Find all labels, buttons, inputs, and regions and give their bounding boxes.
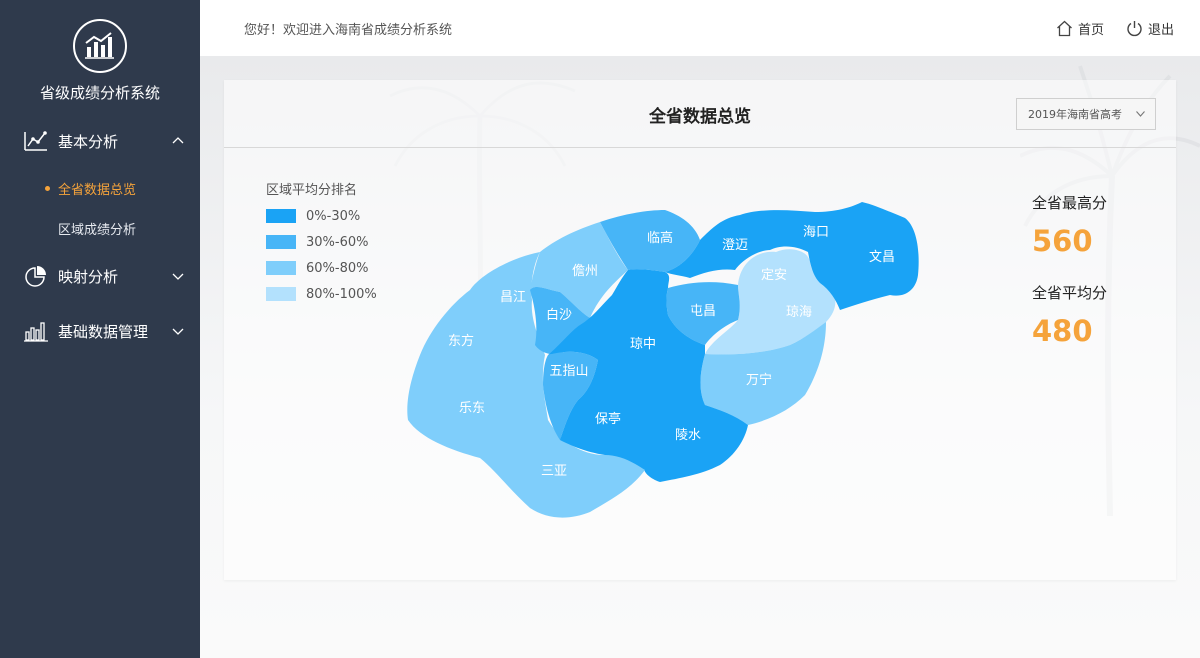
menu-mapping-analysis-label: 映射分析	[58, 267, 119, 286]
legend-swatch	[266, 235, 296, 249]
avg-score-value: 480	[1032, 314, 1093, 348]
submenu-region-analysis-label: 区域成绩分析	[58, 222, 137, 238]
welcome-text: 您好！欢迎进入海南省成绩分析系统	[244, 23, 453, 38]
chevron-up-icon	[172, 137, 184, 144]
region-label-dongfang: 东方	[448, 333, 474, 349]
exam-select-value: 2019年海南省高考	[1028, 108, 1122, 121]
menu-base-data-management[interactable]: 基础数据管理	[0, 311, 200, 351]
region-label-tunchang: 屯昌	[690, 304, 716, 319]
chevron-down-icon	[172, 328, 184, 335]
submenu-province-overview-label: 全省数据总览	[58, 182, 137, 198]
legend-label: 80%-100%	[306, 286, 377, 302]
region-label-haikou: 海口	[803, 225, 829, 240]
logout-label: 退出	[1148, 22, 1175, 38]
region-label-qiongzhong: 琼中	[630, 337, 656, 352]
home-label: 首页	[1078, 22, 1105, 38]
legend-item: 30%-60%	[266, 234, 369, 250]
menu-mapping-analysis[interactable]: 映射分析	[0, 256, 200, 296]
avg-score-label: 全省平均分	[1032, 284, 1108, 302]
region-label-ledong: 乐东	[459, 401, 485, 416]
line-chart-icon	[24, 131, 47, 151]
legend-swatch	[266, 209, 296, 223]
menu-basic-analysis-label: 基本分析	[58, 132, 119, 151]
exam-select[interactable]: 2019年海南省高考	[1016, 98, 1156, 130]
logo-chart-icon	[85, 32, 114, 59]
region-label-dingan: 定安	[761, 268, 787, 283]
region-label-wenchang: 文昌	[869, 250, 895, 265]
legend-label: 0%-30%	[306, 208, 361, 224]
app-title: 省级成绩分析系统	[39, 84, 160, 102]
chevron-down-icon	[172, 273, 184, 280]
region-label-qionghai: 琼海	[786, 305, 812, 320]
legend-item: 80%-100%	[266, 286, 377, 302]
top-header: 您好！欢迎进入海南省成绩分析系统 首页 退出	[200, 0, 1200, 56]
bar-chart-icon	[24, 322, 48, 342]
sidebar: 省级成绩分析系统 基本分析 全省数据总览 区域成绩分析 映射分析 基础数据管理	[0, 0, 200, 658]
menu-base-data-management-label: 基础数据管理	[58, 322, 149, 341]
legend-label: 30%-60%	[306, 234, 369, 250]
legend-swatch	[266, 287, 296, 301]
active-dot	[45, 186, 50, 191]
region-label-baoting: 保亭	[595, 411, 621, 427]
region-label-danzhou: 儋州	[572, 264, 598, 279]
panel-header: 全省数据总览 2019年海南省高考	[224, 80, 1176, 148]
legend-item: 0%-30%	[266, 208, 361, 224]
pie-chart-icon	[25, 266, 46, 287]
home-link[interactable]: 首页	[1056, 17, 1104, 39]
region-label-lingao: 临高	[647, 230, 673, 246]
submenu-region-analysis[interactable]: 区域成绩分析	[0, 213, 200, 243]
power-icon	[1127, 20, 1142, 36]
chevron-down-icon	[1136, 111, 1145, 117]
legend-swatch	[266, 261, 296, 275]
region-label-baisha: 白沙	[546, 307, 572, 323]
region-label-wanning: 万宁	[746, 372, 772, 388]
region-label-chengmai: 澄迈	[722, 238, 748, 253]
region-label-wuzhishan: 五指山	[549, 364, 588, 379]
legend-title: 区域平均分排名	[266, 183, 358, 198]
max-score-value: 560	[1032, 224, 1093, 258]
menu-basic-analysis[interactable]: 基本分析	[0, 121, 200, 161]
max-score-label: 全省最高分	[1032, 194, 1108, 212]
hainan-map: 临高 澄迈 海口 文昌 儋州 定安 昌江 白沙 屯昌 琼海 东方 琼中 五指山 …	[407, 202, 919, 518]
logo	[73, 19, 127, 73]
legend-item: 60%-80%	[266, 260, 369, 276]
region-label-sanya: 三亚	[541, 464, 567, 479]
region-label-lingshui: 陵水	[675, 428, 701, 443]
region-label-changjiang: 昌江	[500, 290, 526, 305]
legend-label: 60%-80%	[306, 260, 369, 276]
home-icon	[1057, 20, 1072, 36]
logout-link[interactable]: 退出	[1126, 17, 1174, 39]
submenu-province-overview[interactable]: 全省数据总览	[0, 173, 200, 203]
